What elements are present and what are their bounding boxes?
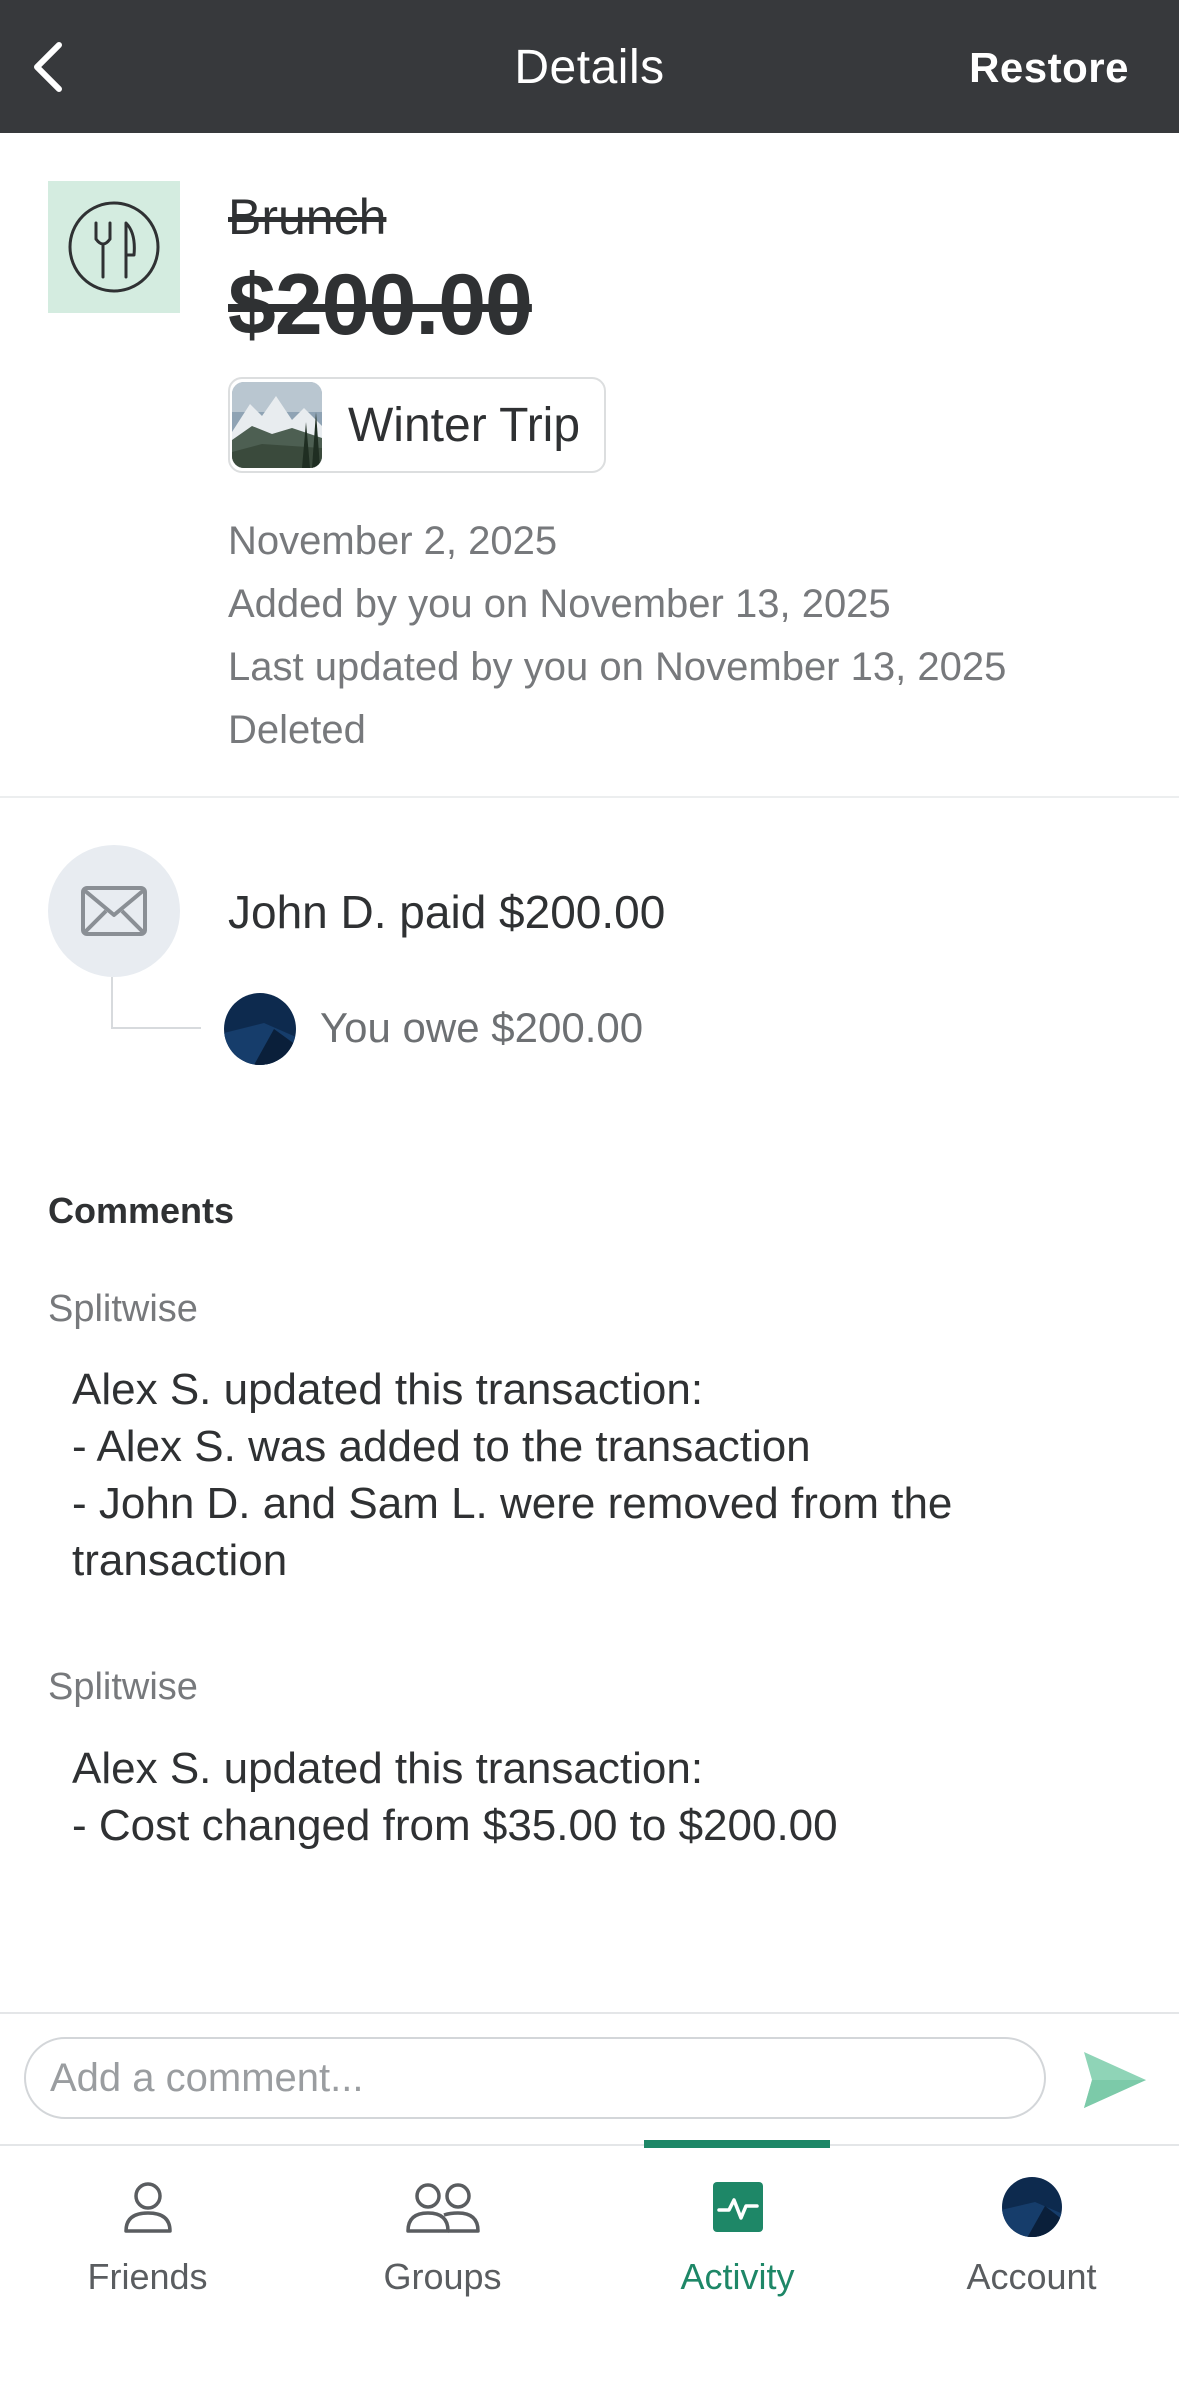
tab-account[interactable]: Account (884, 2146, 1179, 2396)
user-avatar (224, 993, 296, 1065)
updated-by-text: Last updated by you on November 13, 2025 (228, 645, 1007, 689)
comment-body: Alex S. updated this transaction: - Cost… (72, 1744, 838, 1850)
tab-label: Groups (383, 2256, 502, 2297)
section-divider (0, 796, 1179, 798)
comment-body: Alex S. updated this transaction: - Alex… (72, 1365, 953, 1585)
comment-author: Splitwise (48, 1288, 198, 1330)
category-tile[interactable] (48, 181, 180, 313)
payer-avatar (48, 845, 180, 977)
input-divider (0, 2012, 1179, 2014)
paid-text: John D. paid $200.00 (228, 886, 666, 938)
send-icon (1084, 2052, 1146, 2108)
group-thumbnail (232, 382, 322, 468)
send-button[interactable] (1080, 2048, 1150, 2112)
deleted-status: Deleted (228, 708, 366, 752)
connector-line (111, 977, 113, 1029)
restore-button[interactable]: Restore (969, 44, 1129, 92)
group-chip[interactable]: Winter Trip (228, 377, 606, 473)
avatar-icon (1001, 2177, 1062, 2237)
owe-text: You owe $200.00 (320, 1004, 644, 1051)
group-name: Winter Trip (348, 398, 581, 452)
top-bar: Details Restore (0, 0, 1179, 133)
envelope-icon (81, 886, 147, 936)
comment-input[interactable] (24, 2037, 1046, 2119)
fork-knife-icon (68, 201, 160, 293)
comments-heading: Comments (48, 1190, 235, 1231)
people-icon (405, 2183, 480, 2233)
expense-details-screen: Details Restore Brunch $200.00 Winter Tr… (0, 0, 1179, 2396)
connector-line (111, 1027, 201, 1029)
activity-icon (712, 2182, 763, 2232)
tab-label: Friends (87, 2256, 208, 2297)
added-by-text: Added by you on November 13, 2025 (228, 582, 891, 626)
tab-activity[interactable]: Activity (590, 2146, 885, 2396)
person-icon (123, 2182, 172, 2233)
comment-author: Splitwise (48, 1666, 198, 1708)
tab-groups[interactable]: Groups (295, 2146, 590, 2396)
tab-friends[interactable]: Friends (0, 2146, 295, 2396)
expense-amount: $200.00 (228, 257, 533, 353)
expense-title: Brunch (228, 189, 387, 245)
expense-date: November 2, 2025 (228, 519, 558, 563)
tab-label: Account (966, 2256, 1097, 2297)
tab-label: Activity (680, 2256, 795, 2297)
expense-meta: November 2, 2025 Added by you on Novembe… (228, 510, 1006, 762)
